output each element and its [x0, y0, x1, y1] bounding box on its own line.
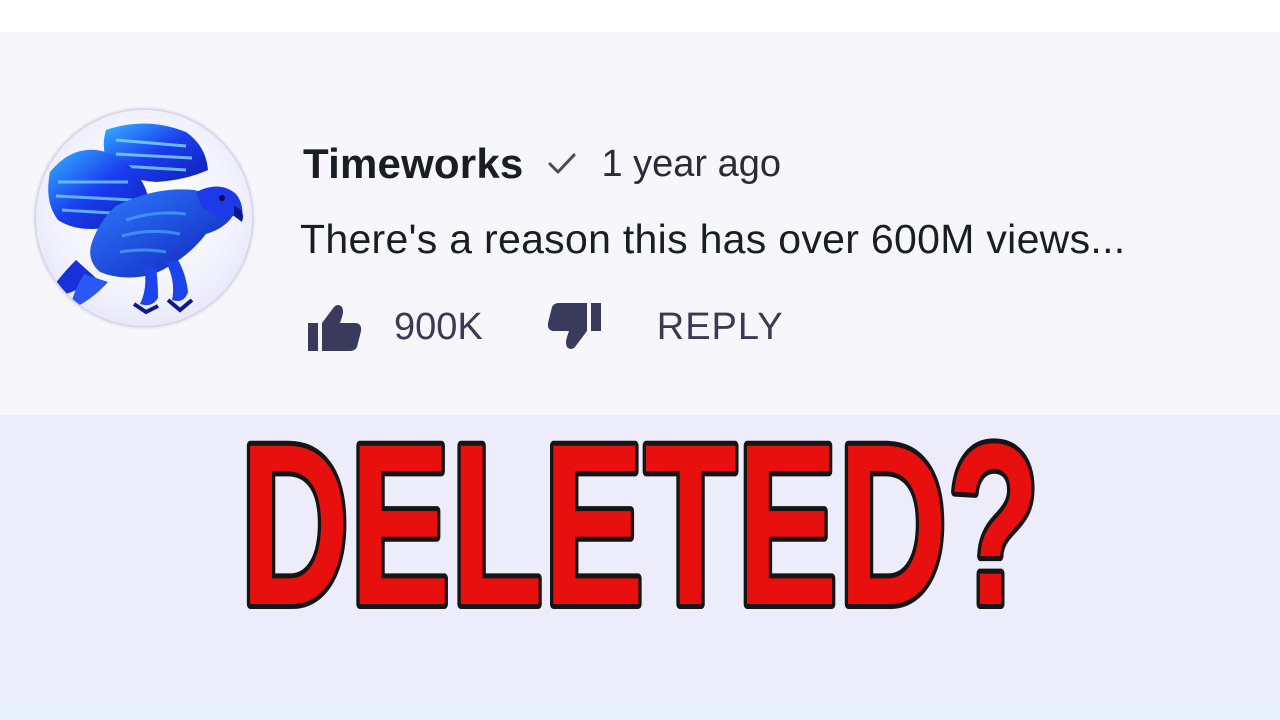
checkmark-icon [545, 147, 579, 181]
comment-text: There's a reason this has over 600M view… [300, 216, 1126, 262]
comment-header: Timeworks 1 year ago [303, 136, 781, 192]
eagle-icon [46, 123, 243, 315]
headline: DELETED? [0, 418, 1280, 628]
like-count: 900K [394, 305, 483, 348]
thumbs-up-icon[interactable] [306, 301, 364, 353]
reply-button[interactable]: REPLY [657, 306, 784, 349]
thumbs-down-icon[interactable] [545, 301, 603, 353]
comment-timestamp[interactable]: 1 year ago [601, 143, 781, 186]
author-avatar[interactable] [36, 110, 252, 326]
headline-text: DELETED? [240, 418, 1040, 628]
author-name[interactable]: Timeworks [303, 140, 523, 188]
comment-actions: 900K REPLY [306, 298, 784, 356]
bottom-fade [0, 706, 1280, 720]
thumbnail: Timeworks 1 year ago There's a reason th… [0, 0, 1280, 720]
